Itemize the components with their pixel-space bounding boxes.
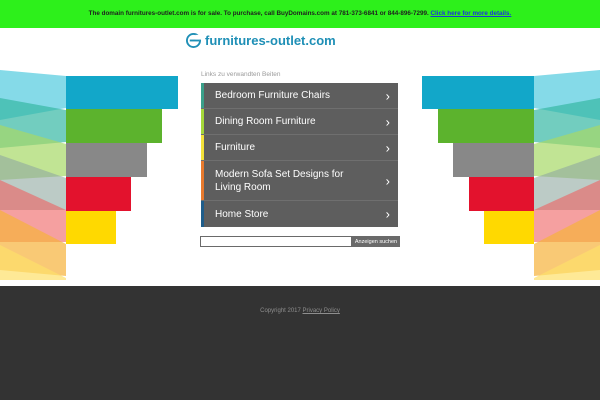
menu-item-accent (201, 135, 204, 160)
menu-item-home-store[interactable]: Home Store › (201, 201, 398, 227)
logo-icon (186, 32, 201, 48)
menu-item-accent (201, 161, 204, 200)
chevron-right-icon: › (385, 114, 390, 129)
menu-item-label: Home Store (215, 208, 269, 220)
right-stripe-decoration (422, 70, 600, 280)
chevron-right-icon: › (385, 140, 390, 155)
logo-text: furnitures-outlet.com (205, 32, 336, 48)
sale-banner: The domain furnitures-outlet.com is for … (0, 0, 600, 28)
menu-item-label: Dining Room Furniture (215, 116, 316, 127)
search-input[interactable] (200, 236, 352, 247)
related-links-caption: Links zu verwandten Beiten (201, 71, 281, 78)
menu-item-dining-room-furniture[interactable]: Dining Room Furniture › (201, 109, 398, 135)
site-logo[interactable]: furnitures-outlet.com (186, 30, 336, 50)
menu-item-label: Bedroom Furniture Chairs (215, 90, 331, 101)
menu-item-label: Furniture (215, 142, 256, 153)
copyright-line: Copyright 2017 Privacy Policy (0, 308, 600, 314)
search-button[interactable]: Anzeigen suchen (352, 236, 400, 247)
menu-item-accent (201, 83, 204, 108)
left-stripe-decoration (0, 70, 178, 280)
menu-item-accent (201, 201, 204, 227)
menu-item-furniture[interactable]: Furniture › (201, 135, 398, 161)
copyright-text: Copyright 2017 (260, 308, 301, 314)
chevron-right-icon: › (385, 206, 390, 222)
menu-item-label: Modern Sofa Set Designs for Living Room (215, 168, 344, 193)
menu-item-modern-sofa-set[interactable]: Modern Sofa Set Designs for Living Room … (201, 161, 398, 201)
privacy-policy-link[interactable]: Privacy Policy (303, 308, 340, 314)
search-form: Anzeigen suchen (200, 236, 400, 247)
chevron-right-icon: › (385, 173, 390, 188)
related-links-menu: Bedroom Furniture Chairs › Dining Room F… (201, 83, 398, 227)
sale-message: The domain furnitures-outlet.com is for … (88, 10, 429, 17)
menu-item-bedroom-furniture-chairs[interactable]: Bedroom Furniture Chairs › (201, 83, 398, 109)
footer: Copyright 2017 Privacy Policy (0, 286, 600, 400)
more-details-link[interactable]: Click here for more details. (430, 10, 511, 17)
menu-item-accent (201, 109, 204, 134)
chevron-right-icon: › (385, 88, 390, 103)
